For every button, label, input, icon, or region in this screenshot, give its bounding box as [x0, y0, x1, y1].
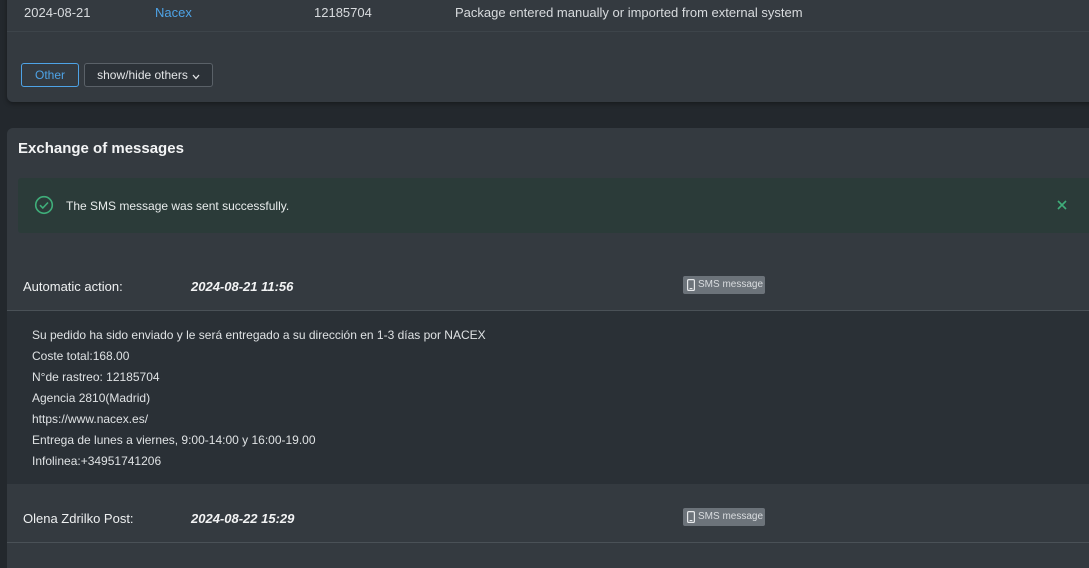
shipments-panel: 2024-08-21 Nacex 12185704 Package entere… — [7, 0, 1089, 102]
alert-text: The SMS message was sent successfully. — [66, 199, 290, 213]
messages-panel: Exchange of messages The SMS message was… — [7, 128, 1089, 568]
carrier-link[interactable]: Nacex — [155, 5, 192, 20]
message-author: Olena Zdrilko Post: — [23, 511, 134, 526]
shipment-date: 2024-08-21 — [24, 5, 91, 20]
mobile-phone-icon — [687, 279, 696, 292]
badge-label: SMS message — [698, 511, 764, 522]
check-circle-icon — [34, 195, 54, 215]
message-header: Olena Zdrilko Post: 2024-08-22 15:29 SMS… — [7, 494, 1089, 542]
badge-label: SMS message — [698, 279, 764, 290]
table-row: 2024-08-21 Nacex 12185704 Package entere… — [7, 0, 1089, 32]
message-line: Infolinea:+34951741206 — [32, 454, 162, 468]
message-line: Su pedido ha sido enviado y le será entr… — [32, 328, 486, 342]
message-time: 2024-08-22 15:29 — [191, 511, 295, 526]
message-author: Automatic action: — [23, 279, 123, 294]
mobile-phone-icon — [687, 511, 696, 524]
message-line: Agencia 2810(Madrid) — [32, 391, 151, 405]
message-body: Su pedido ha sido enviado y le será entr… — [7, 310, 1089, 484]
success-alert: The SMS message was sent successfully. — [18, 178, 1089, 233]
show-hide-others-button[interactable]: show/hide others — [84, 63, 213, 87]
messages-title: Exchange of messages — [18, 140, 184, 157]
chevron-down-icon — [192, 65, 200, 87]
message-header: Automatic action: 2024-08-21 11:56 SMS m… — [7, 262, 1089, 310]
close-icon[interactable] — [1054, 197, 1070, 213]
show-hide-label: show/hide others — [97, 68, 188, 82]
divider — [7, 542, 1089, 543]
sms-badge: SMS message — [683, 276, 765, 294]
message-time: 2024-08-21 11:56 — [191, 279, 294, 294]
filter-other-button[interactable]: Other — [21, 63, 79, 87]
message-line: N°de rastreo: 12185704 — [32, 370, 160, 384]
shipment-description: Package entered manually or imported fro… — [455, 5, 803, 20]
tracking-number: 12185704 — [314, 5, 372, 20]
message-link[interactable]: https://www.nacex.es/ — [32, 412, 148, 426]
sms-badge: SMS message — [683, 508, 765, 526]
message-line: Coste total:168.00 — [32, 349, 130, 363]
message-line: Entrega de lunes a viernes, 9:00-14:00 y… — [32, 433, 316, 447]
